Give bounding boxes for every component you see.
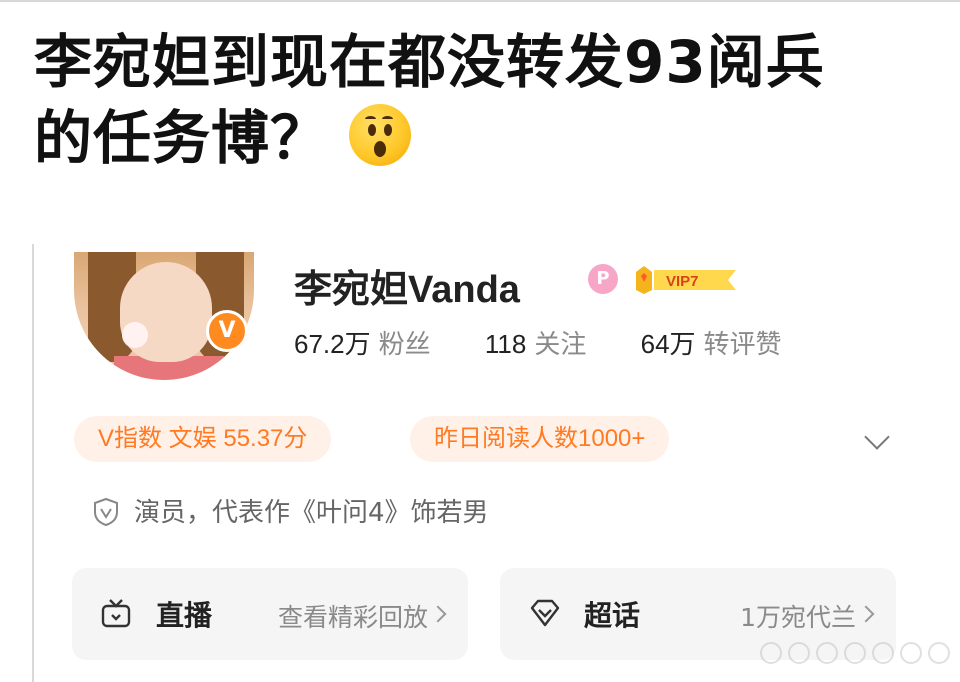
diamond-icon [530,599,560,627]
profile-card: V 李宛妲Vanda P VIP7 67.2万 粉丝 118 关注 64万 转评赞 V… [32,244,930,682]
verified-badge-icon: V [206,310,248,352]
top-divider [0,0,960,2]
bio-text: 演员，代表作《叶问4》饰若男 [134,498,489,528]
headline-line-2: 的任务博？ [34,100,934,176]
v-index-pill[interactable]: V指数 文娱 55.37分 [74,416,332,462]
post-headline: 李宛妲到现在都没转发93阅兵 的任务博？ [34,24,934,176]
live-title: 直播 [156,599,213,632]
live-tile[interactable]: 直播 查看精彩回放 [72,568,468,660]
live-subtitle: 查看精彩回放 [277,603,428,632]
chevron-down-icon[interactable] [864,424,890,450]
super-topic-title: 超话 [584,599,641,632]
stat-interactions[interactable]: 64万 转评赞 [641,324,782,361]
shield-icon [94,497,118,527]
tv-icon [101,599,131,628]
vip-label: VIP7 [666,273,699,290]
stat-followers[interactable]: 67.2万 粉丝 [294,324,431,361]
headline-line-2-text: 的任务博？ [34,104,330,172]
vip-badge-icon[interactable]: VIP7 [632,264,740,296]
chevron-right-icon [429,605,447,623]
profile-bio: 演员，代表作《叶问4》饰若男 [92,492,489,529]
profile-name: 李宛妲Vanda [294,269,520,311]
profile-stats: 67.2万 粉丝 118 关注 64万 转评赞 [294,324,828,361]
stat-following[interactable]: 118 关注 [485,324,586,361]
headline-line-1: 李宛妲到现在都没转发93阅兵 [34,28,825,96]
pink-medal-icon[interactable]: P [588,264,618,294]
surprised-face-icon [349,104,412,166]
chevron-right-icon [857,605,875,623]
watermark [760,642,950,674]
read-count-pill[interactable]: 昨日阅读人数1000+ [410,416,670,462]
super-topic-subtitle: 1万宛代兰 [740,603,856,632]
